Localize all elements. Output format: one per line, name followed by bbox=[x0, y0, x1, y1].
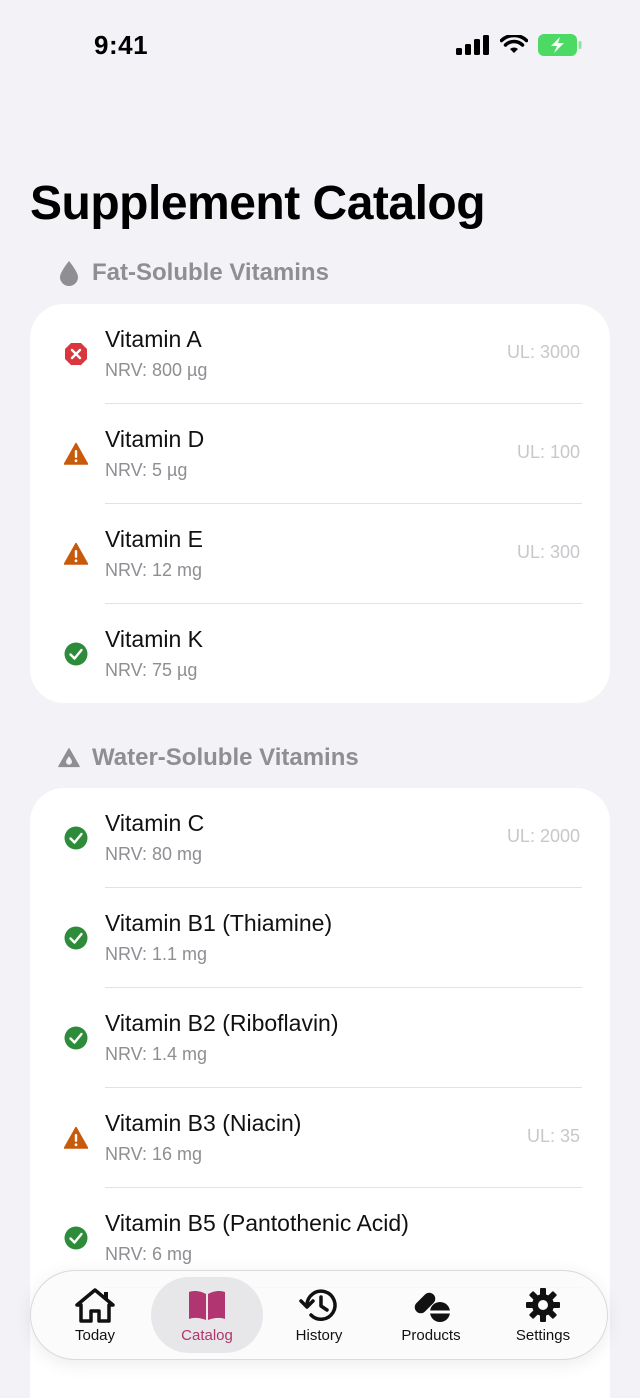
warning-triangle-icon bbox=[63, 442, 89, 466]
section-title: Fat-Soluble Vitamins bbox=[92, 259, 329, 286]
item-ul: UL: 300 bbox=[516, 542, 580, 562]
item-name: Vitamin B2 (Riboflavin) bbox=[105, 1010, 339, 1036]
list-item[interactable]: Vitamin B1 (Thiamine) NRV: 1.1 mg bbox=[30, 888, 610, 988]
item-nrv: NRV: 16 mg bbox=[105, 1144, 203, 1164]
tab-label: Settings bbox=[515, 1326, 571, 1344]
tab-label: Today bbox=[74, 1326, 116, 1344]
drop-triangle-icon bbox=[58, 745, 80, 771]
list-item[interactable]: Vitamin B2 (Riboflavin) NRV: 1.4 mg bbox=[30, 988, 610, 1088]
item-nrv: NRV: 75 µg bbox=[105, 660, 198, 680]
list-item[interactable]: Vitamin E NRV: 12 mg UL: 300 bbox=[30, 504, 610, 604]
gear-icon bbox=[523, 1287, 563, 1323]
item-name: Vitamin K bbox=[105, 626, 204, 652]
clock-history-icon bbox=[299, 1287, 339, 1323]
error-octagon-icon bbox=[64, 342, 88, 366]
tab-label: Catalog bbox=[181, 1326, 233, 1344]
warning-triangle-icon bbox=[63, 1126, 89, 1150]
item-name: Vitamin B1 (Thiamine) bbox=[105, 910, 333, 936]
list-item[interactable]: Vitamin B3 (Niacin) NRV: 16 mg UL: 35 bbox=[30, 1088, 610, 1188]
item-nrv: NRV: 1.4 mg bbox=[105, 1044, 208, 1064]
list-item[interactable]: Vitamin D NRV: 5 µg UL: 100 bbox=[30, 404, 610, 504]
tab-settings[interactable]: Settings bbox=[487, 1277, 599, 1353]
section-header-water-soluble: Water-Soluble Vitamins bbox=[58, 744, 359, 772]
warning-triangle-icon bbox=[63, 542, 89, 566]
item-nrv: NRV: 12 mg bbox=[105, 560, 203, 580]
tab-catalog[interactable]: Catalog bbox=[151, 1277, 263, 1353]
fat-soluble-list: Vitamin A NRV: 800 µg UL: 3000 Vitamin D… bbox=[30, 304, 610, 703]
section-title: Water-Soluble Vitamins bbox=[92, 744, 359, 771]
list-item[interactable]: Vitamin A NRV: 800 µg UL: 3000 bbox=[30, 304, 610, 404]
item-name: Vitamin D bbox=[105, 426, 205, 452]
item-nrv: NRV: 80 mg bbox=[105, 844, 203, 864]
tab-label: History bbox=[295, 1326, 343, 1344]
checkmark-circle-icon bbox=[64, 642, 88, 666]
wifi-icon bbox=[499, 33, 529, 60]
checkmark-circle-icon bbox=[64, 1026, 88, 1050]
item-nrv: NRV: 800 µg bbox=[105, 360, 208, 380]
checkmark-circle-icon bbox=[64, 1226, 88, 1250]
status-bar: 9:41 bbox=[0, 0, 640, 96]
list-item[interactable]: Vitamin K NRV: 75 µg bbox=[30, 604, 610, 703]
tab-today[interactable]: Today bbox=[39, 1277, 151, 1353]
item-ul: UL: 2000 bbox=[506, 826, 580, 846]
tab-label: Products bbox=[401, 1326, 461, 1344]
status-icons bbox=[456, 33, 582, 61]
tab-products[interactable]: Products bbox=[375, 1277, 487, 1353]
house-icon bbox=[75, 1287, 115, 1323]
page-title: Supplement Catalog bbox=[30, 177, 486, 230]
battery-charging-icon bbox=[538, 34, 582, 61]
item-nrv: NRV: 5 µg bbox=[105, 460, 188, 480]
status-time: 9:41 bbox=[94, 30, 149, 60]
pills-icon bbox=[411, 1287, 451, 1323]
tab-history[interactable]: History bbox=[263, 1277, 375, 1353]
cellular-signal-icon bbox=[456, 35, 490, 60]
book-icon bbox=[187, 1287, 227, 1323]
list-item[interactable]: Vitamin C NRV: 80 mg UL: 2000 bbox=[30, 788, 610, 888]
section-header-fat-soluble: Fat-Soluble Vitamins bbox=[58, 259, 329, 287]
item-name: Vitamin A bbox=[105, 326, 202, 352]
item-name: Vitamin C bbox=[105, 810, 205, 836]
item-name: Vitamin E bbox=[105, 526, 204, 552]
item-nrv: NRV: 1.1 mg bbox=[105, 944, 208, 964]
drop-icon bbox=[58, 260, 80, 286]
item-nrv: NRV: 6 mg bbox=[105, 1244, 193, 1264]
item-ul: UL: 35 bbox=[526, 1126, 580, 1146]
tab-bar: Today Catalog History Products Settings bbox=[30, 1270, 608, 1360]
checkmark-circle-icon bbox=[64, 826, 88, 850]
item-ul: UL: 3000 bbox=[506, 342, 580, 362]
item-ul: UL: 100 bbox=[516, 442, 580, 462]
item-name: Vitamin B5 (Pantothenic Acid) bbox=[105, 1210, 409, 1236]
checkmark-circle-icon bbox=[64, 926, 88, 950]
item-name: Vitamin B3 (Niacin) bbox=[105, 1110, 302, 1136]
